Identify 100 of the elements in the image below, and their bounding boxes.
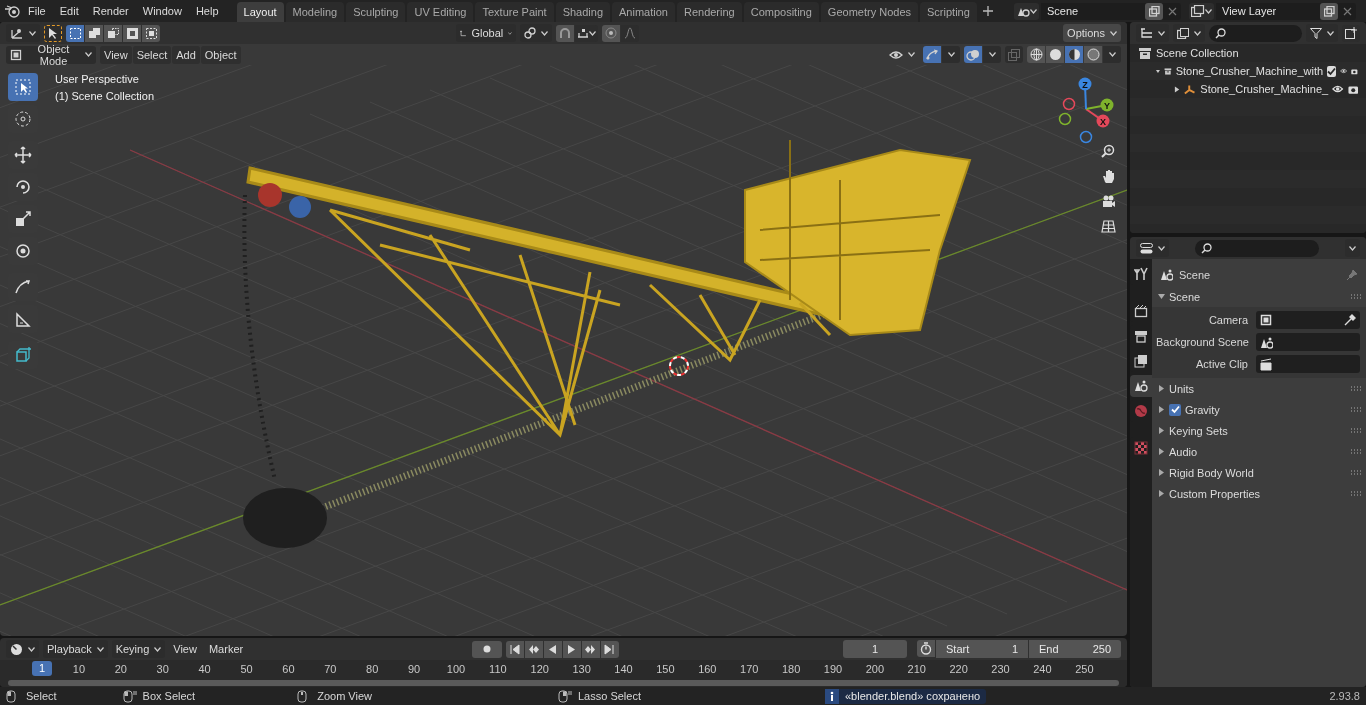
scene-tab[interactable] bbox=[1130, 375, 1152, 397]
menu-item[interactable]: Playback bbox=[43, 640, 108, 658]
snap-button[interactable] bbox=[556, 24, 574, 42]
record-button[interactable] bbox=[471, 640, 502, 658]
dropdown-button[interactable] bbox=[1103, 46, 1121, 63]
workspace-tab[interactable]: Compositing bbox=[743, 2, 819, 22]
start-frame-field[interactable]: Start 1 bbox=[936, 640, 1028, 658]
input-field[interactable] bbox=[1256, 311, 1360, 329]
menu-item[interactable]: Object bbox=[200, 45, 241, 64]
workspace-tab[interactable]: Modeling bbox=[285, 2, 345, 22]
editor-type-button[interactable] bbox=[6, 640, 39, 658]
drag-handle-icon[interactable] bbox=[1350, 428, 1362, 433]
workspace-tab[interactable]: UV Editing bbox=[407, 2, 474, 22]
panel-header[interactable]: Gravity bbox=[1152, 399, 1366, 420]
mode-dropdown[interactable]: Object Mode bbox=[6, 45, 96, 64]
scrollbar[interactable] bbox=[8, 679, 1119, 686]
jump-start-button[interactable] bbox=[505, 640, 524, 658]
filter-button[interactable] bbox=[1306, 24, 1338, 42]
select-tool-button[interactable] bbox=[44, 24, 62, 42]
collection-name[interactable]: Stone_Crusher_Machine_with bbox=[1175, 65, 1324, 77]
panel-header[interactable]: Units bbox=[1152, 378, 1366, 399]
drag-handle-icon[interactable] bbox=[1350, 491, 1362, 496]
menu-item[interactable]: Edit bbox=[53, 2, 85, 20]
drag-handle-icon[interactable] bbox=[1350, 470, 1362, 475]
rendered-shading-button[interactable] bbox=[1084, 46, 1102, 63]
drag-handle-icon[interactable] bbox=[1350, 294, 1362, 299]
xray-toggle[interactable] bbox=[1005, 46, 1023, 63]
panel-header[interactable]: Keying Sets bbox=[1152, 420, 1366, 441]
menu-item[interactable]: Select bbox=[132, 45, 172, 64]
orientation-dropdown[interactable]: Global bbox=[456, 24, 516, 42]
panel-header[interactable]: Audio bbox=[1152, 441, 1366, 462]
menu-item[interactable]: View bbox=[100, 45, 132, 64]
drag-handle-icon[interactable] bbox=[1350, 407, 1362, 412]
workspace-tab[interactable]: Shading bbox=[555, 2, 611, 22]
new-collection-button[interactable] bbox=[1342, 24, 1360, 42]
search-field[interactable] bbox=[1195, 239, 1319, 257]
wireframe-shading-button[interactable] bbox=[1027, 46, 1045, 63]
collection-name[interactable]: Scene Collection bbox=[1156, 47, 1358, 59]
workspace-tab[interactable]: Rendering bbox=[676, 2, 742, 22]
workspace-tab[interactable]: Animation bbox=[612, 2, 675, 22]
editor-type-button[interactable] bbox=[6, 24, 40, 42]
playhead[interactable]: 1 bbox=[32, 661, 52, 676]
play-reverse-button[interactable] bbox=[543, 640, 562, 658]
input-field[interactable] bbox=[1256, 355, 1360, 373]
gizmo-negative-axis-handle[interactable] bbox=[1062, 97, 1076, 111]
blender-logo-icon[interactable] bbox=[4, 4, 20, 18]
menu-item[interactable]: Render bbox=[86, 2, 135, 20]
copy-button[interactable] bbox=[1320, 2, 1338, 20]
drag-handle-icon[interactable] bbox=[1350, 449, 1362, 454]
scene-browse-button[interactable] bbox=[1014, 2, 1039, 20]
eye-icon[interactable] bbox=[1332, 84, 1344, 94]
display-mode-button[interactable] bbox=[1136, 24, 1169, 42]
snap-target-button[interactable] bbox=[575, 24, 598, 42]
jump-end-button[interactable] bbox=[600, 640, 619, 658]
eyedropper-icon[interactable] bbox=[1344, 314, 1356, 326]
gizmo-negative-axis-handle[interactable] bbox=[1058, 112, 1072, 126]
workspace-tab[interactable]: Sculpting bbox=[346, 2, 406, 22]
panel-header[interactable]: Scene bbox=[1152, 286, 1366, 307]
solid-shading-button[interactable] bbox=[1046, 46, 1064, 63]
workspace-tab[interactable]: Scripting bbox=[920, 2, 977, 22]
next-keyframe-button[interactable] bbox=[581, 640, 600, 658]
search-field[interactable] bbox=[1209, 24, 1302, 42]
filter-layers-button[interactable] bbox=[1173, 24, 1205, 42]
add-icon[interactable] bbox=[982, 6, 993, 16]
checkbox[interactable] bbox=[1169, 403, 1181, 416]
material-shading-button[interactable] bbox=[1065, 46, 1083, 63]
eye-icon[interactable] bbox=[1340, 66, 1348, 76]
workspace-tab[interactable]: Layout bbox=[236, 2, 284, 22]
panel-header[interactable]: Rigid Body World bbox=[1152, 462, 1366, 483]
collapsed-arrow-icon[interactable] bbox=[1174, 85, 1181, 93]
dropdown-button[interactable] bbox=[942, 46, 960, 63]
menu-item[interactable]: Add bbox=[172, 45, 200, 64]
3d-cursor-icon[interactable] bbox=[669, 356, 689, 376]
exclude-checkbox[interactable] bbox=[1327, 65, 1337, 77]
proportional-edit-button[interactable] bbox=[602, 24, 620, 42]
options-dropdown[interactable] bbox=[1345, 239, 1360, 257]
preview-range-button[interactable] bbox=[917, 640, 935, 657]
panel-header[interactable]: Custom Properties bbox=[1152, 483, 1366, 504]
frame-field[interactable]: 1 bbox=[843, 640, 907, 658]
menu-item[interactable]: Marker bbox=[204, 640, 248, 658]
overlay-toggle[interactable] bbox=[964, 46, 982, 63]
gizmo-axis-handle[interactable]: Z bbox=[1078, 77, 1092, 110]
workspace-tab[interactable]: Geometry Nodes bbox=[820, 2, 918, 22]
end-frame-field[interactable]: End 250 bbox=[1029, 640, 1121, 658]
object-name[interactable]: Stone_Crusher_Machine_ bbox=[1200, 83, 1329, 95]
copy-button[interactable] bbox=[1145, 2, 1163, 20]
render-camera-icon[interactable] bbox=[1347, 83, 1358, 95]
menu-item[interactable]: Keying bbox=[111, 640, 166, 658]
gizmo-axis-handle[interactable]: Y bbox=[1085, 98, 1114, 112]
prev-keyframe-button[interactable] bbox=[524, 640, 543, 658]
dropdown-button[interactable] bbox=[983, 46, 1001, 63]
selection-mode-button[interactable] bbox=[142, 24, 160, 42]
selection-mode-button[interactable] bbox=[104, 24, 122, 42]
menu-item[interactable]: Window bbox=[136, 2, 188, 20]
select-box-tool[interactable] bbox=[8, 73, 38, 101]
selection-mode-button[interactable] bbox=[123, 24, 141, 42]
play-button[interactable] bbox=[562, 640, 581, 658]
options-dropdown[interactable]: Options bbox=[1063, 24, 1121, 42]
selection-mode-button[interactable] bbox=[85, 24, 103, 42]
menu-item[interactable]: Help bbox=[189, 2, 225, 20]
